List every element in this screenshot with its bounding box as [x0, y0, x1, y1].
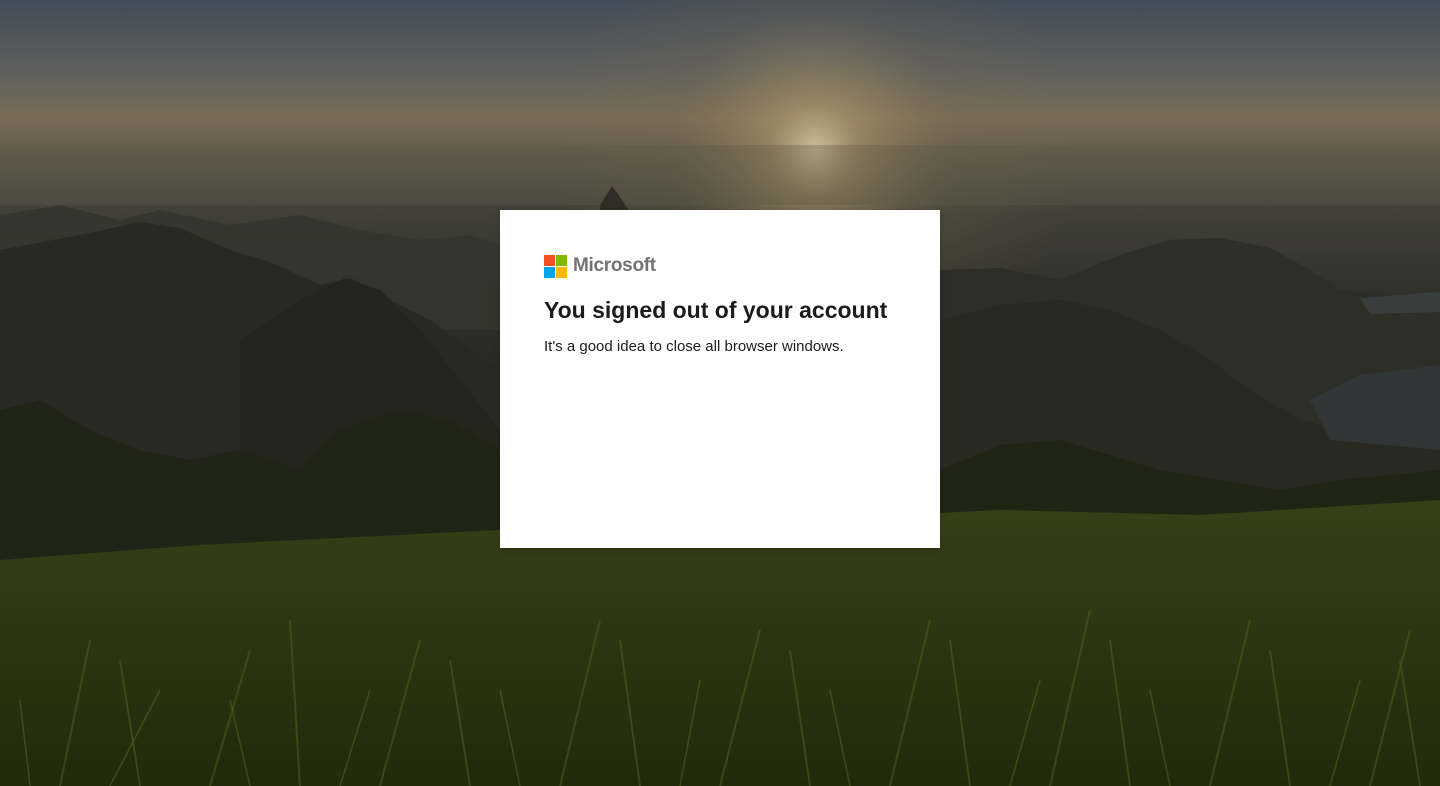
brand-name: Microsoft: [573, 255, 656, 276]
logo-square-yellow: [556, 266, 567, 278]
page-title: You signed out of your account: [544, 297, 888, 323]
logo-square-red: [544, 254, 555, 266]
microsoft-logo-icon: [544, 254, 567, 278]
logo-square-green: [556, 254, 567, 266]
signout-card: Microsoft You signed out of your account…: [500, 210, 940, 548]
microsoft-logo: Microsoft: [544, 254, 896, 278]
logo-square-blue: [544, 266, 555, 278]
signout-message: It's a good idea to close all browser wi…: [544, 338, 844, 355]
